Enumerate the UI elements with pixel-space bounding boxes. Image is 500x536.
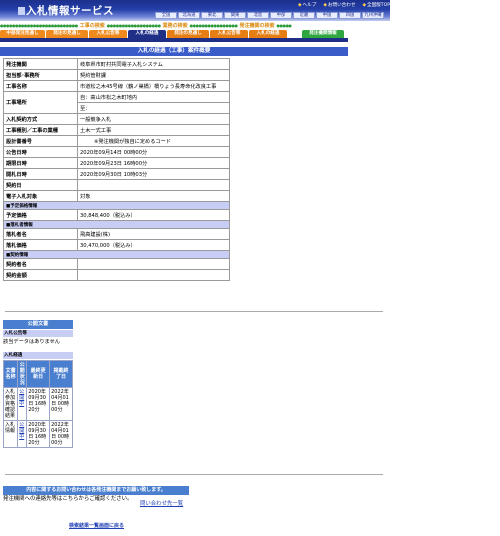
table-row: 工事場所 自：高山市松之木町地内	[3, 91, 230, 114]
tab-forecast[interactable]: 発注の見通し	[46, 30, 88, 38]
table-row: 入札情報 公開中 2020年09月30日 16時20分 2022年04月01日 …	[2, 420, 73, 448]
region-tohoku[interactable]: 東北	[201, 12, 223, 19]
documents-header: 公開文書	[3, 320, 73, 329]
contact-text: 発注機関への連絡先等はこちらからご確認ください。	[3, 496, 133, 502]
table-row: 契約金額	[3, 269, 230, 281]
table-row: 期限日時 2020年09月23日 16時00分	[3, 157, 230, 169]
org-search-link[interactable]: 発注機関の検索	[239, 23, 274, 29]
region-zenkoku[interactable]: 全国	[155, 12, 177, 19]
table-header-row: 文書名称 公開状況 最終更新日 掲載終了日	[2, 360, 73, 388]
region-kyushu[interactable]: 九州沖縄	[362, 12, 384, 19]
region-hokkaido[interactable]: 北海道	[178, 12, 200, 19]
tab-org-info[interactable]: 発注機関情報	[302, 30, 344, 38]
search-type-bar: ●●●●●●●●●●●●●●●●●●●●●●●●●● 工事の検索 ●●●●●●●●●…	[0, 23, 292, 29]
table-row: 公告日時 2020年09月14日 00時00分	[3, 146, 230, 158]
contact-list-link[interactable]: 問い合わせ先一覧	[140, 499, 183, 507]
table-row: 電子入札対象 対象	[3, 190, 230, 202]
table-row: 担当部･事務所 契約管財課	[3, 69, 230, 81]
help-link[interactable]: ヘルプ	[298, 3, 316, 8]
tab-service-forecast[interactable]: 発注の見通し	[167, 30, 209, 38]
progress-section-header: 入札経過	[3, 352, 73, 359]
tab-bar: 中部発注見通し 発注の見通し 入札公告等 入札の経過 発注の見通し 入札公告等 入札の経過発…	[0, 30, 345, 38]
region-nav: 全国 北海道 東北 関東 北陸 中部 近畿 中国 四国 九州沖縄	[155, 12, 385, 19]
region-chubu[interactable]: 中部	[270, 12, 292, 19]
tab-service-progress[interactable]: 入札の経過	[249, 30, 287, 38]
service-search-link[interactable]: 業務の検索	[163, 23, 188, 29]
page-title: 入札の経過（工事）案件概要	[0, 47, 348, 56]
section-header: ■予定価格情報	[3, 201, 230, 210]
table-row: 契約日	[3, 179, 230, 191]
region-hokuriku[interactable]: 北陸	[247, 12, 269, 19]
document-link[interactable]: 公開中	[19, 422, 24, 440]
no-data-message: 該当データはありません	[3, 339, 60, 345]
table-row: 落札価格 30,470,000（税込み）	[3, 239, 230, 251]
tab-underline	[0, 38, 348, 42]
table-row: 設計書番号 ※発注機関が独自に定めるコード	[3, 135, 230, 147]
table-row: 入札参加資格確認結果 公開中 2020年09月30日 16時20分 2022年0…	[2, 387, 73, 421]
tab-service-notice[interactable]: 入札公告等	[210, 30, 248, 38]
contact-link-top[interactable]: お問い合わせ	[323, 3, 355, 8]
region-chugoku[interactable]: 中国	[316, 12, 338, 19]
region-shikoku[interactable]: 四国	[339, 12, 361, 19]
notice-section-header: 入札公告等	[3, 330, 73, 337]
table-row: 契約者名	[3, 258, 230, 270]
building-icon	[18, 7, 25, 15]
tab-chubu-forecast[interactable]: 中部発注見通し	[0, 30, 45, 38]
documents-table: 文書名称 公開状況 最終更新日 掲載終了日 入札参加資格確認結果 公開中 202…	[2, 360, 73, 448]
table-row: 開札日時 2020年09月30日 10時03分	[3, 168, 230, 180]
section-header: ■契約情報	[3, 250, 230, 259]
table-row: 発注機関 岐阜県市町村共同電子入札システム	[3, 58, 230, 70]
region-kinki[interactable]: 近畿	[293, 12, 315, 19]
back-to-results-link[interactable]: 検索結果一覧画面に戻る	[69, 522, 124, 529]
contact-header: 内容に関するお問い合わせは各発注機関までお願い致します。	[3, 486, 189, 495]
site-logo[interactable]: 入札情報サービス	[18, 3, 114, 18]
table-row: 工事名称 市道松之木45号線（鶴ノ巣橋）橋りょう長寿命化改良工事	[3, 80, 230, 92]
table-row: 落札者名 飛高建設(株)	[3, 228, 230, 240]
region-kanto[interactable]: 関東	[224, 12, 246, 19]
tab-notice[interactable]: 入札公告等	[89, 30, 127, 38]
divider	[5, 474, 383, 475]
table-row: 入札契約方式 一般競争入札	[3, 113, 230, 125]
top-links: ヘルプ お問い合わせ 全国版TOP	[298, 2, 397, 8]
site-header: 入札情報サービス ヘルプ お問い合わせ 全国版TOP 全国北海道東北関東北陸中部近畿…	[0, 0, 390, 21]
tab-bid-progress[interactable]: 入札の経過	[128, 30, 166, 38]
construction-search-link[interactable]: 工事の検索	[80, 23, 105, 29]
table-row: 予定価格 30,848,400（税込み）	[3, 209, 230, 221]
document-link[interactable]: 公開中	[19, 389, 24, 407]
national-top-link[interactable]: 全国版TOP	[362, 3, 390, 8]
section-header: ■落札者情報	[3, 220, 230, 229]
table-row: 工事種別／工事の業種 土木一式工事	[3, 124, 230, 136]
project-detail-table: 発注機関 岐阜県市町村共同電子入札システム 担当部･事務所 契約管財課 工事名称 市道…	[3, 58, 230, 281]
divider	[5, 311, 383, 312]
